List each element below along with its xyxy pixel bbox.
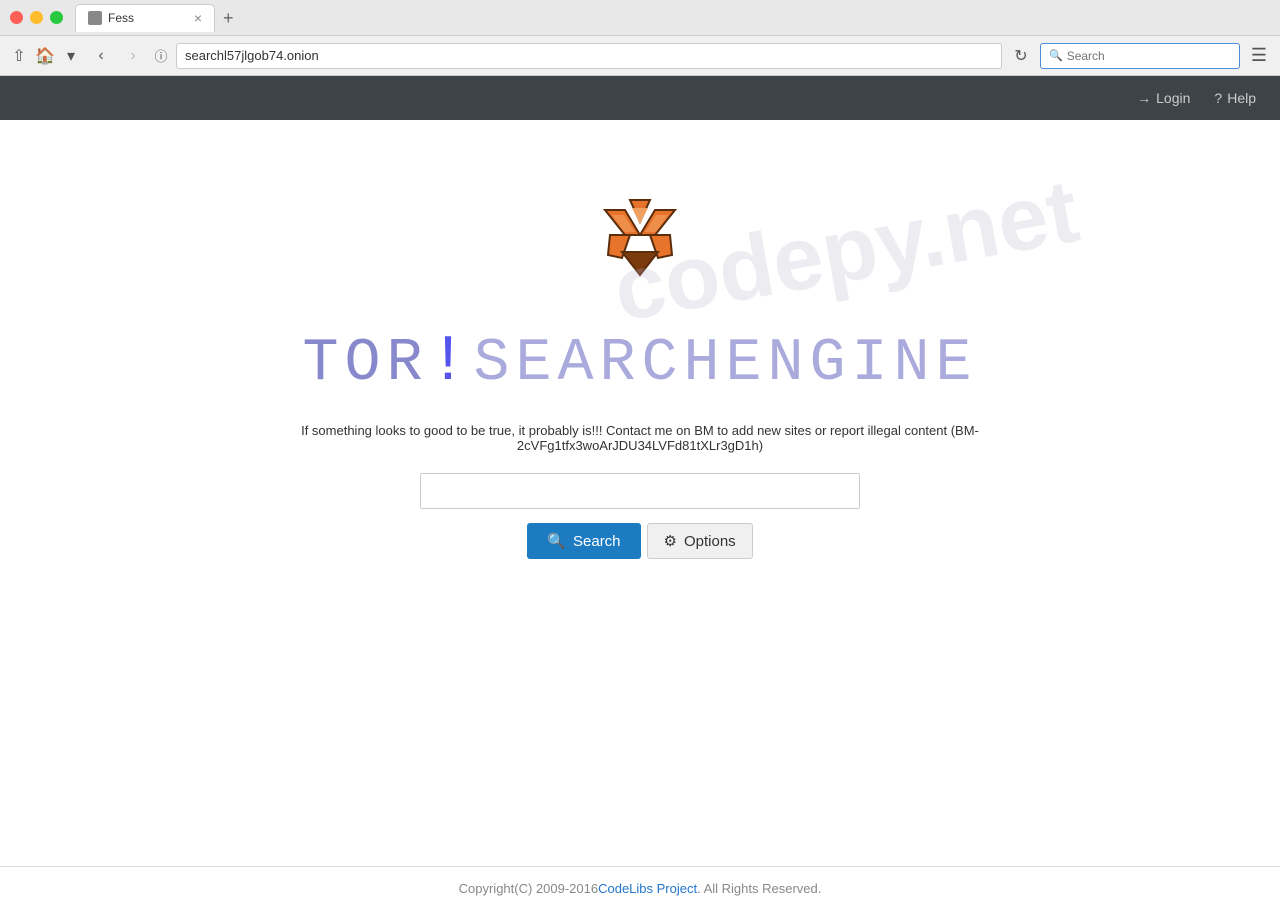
options-button-icon: ⚙ xyxy=(664,532,677,550)
login-icon: → xyxy=(1137,90,1151,106)
minimize-window-button[interactable] xyxy=(30,11,43,24)
title-tor: TOR xyxy=(302,330,428,398)
window-controls xyxy=(10,11,63,24)
footer-link[interactable]: CodeLibs Project xyxy=(598,881,697,896)
maximize-window-button[interactable] xyxy=(50,11,63,24)
browser-titlebar: Fess × + xyxy=(0,0,1280,36)
forward-button[interactable]: › xyxy=(120,43,146,69)
tab-bar: Fess × + xyxy=(75,4,1270,32)
search-button-icon: 🔍 xyxy=(547,532,566,550)
title-search: SEARCHENGINE xyxy=(473,330,977,398)
main-content: codepy.net TOR ! SEARCHENGINE If xyxy=(0,120,1280,559)
bookmark-icon[interactable]: ⇧ xyxy=(8,45,30,67)
browser-extra-buttons: ⇧ 🏠 ▾ xyxy=(8,45,82,67)
site-footer: Copyright(C) 2009-2016 CodeLibs Project … xyxy=(0,866,1280,910)
nav-bar: ⇧ 🏠 ▾ ‹ › ⓘ ↻ 🔍 ☰ xyxy=(0,36,1280,76)
login-link[interactable]: → Login xyxy=(1137,90,1190,106)
browser-search-icon: 🔍 xyxy=(1049,49,1063,62)
site-logo xyxy=(580,180,700,300)
help-icon: ? xyxy=(1214,90,1222,106)
help-label: Help xyxy=(1227,90,1256,106)
search-button-label: Search xyxy=(573,533,621,550)
login-label: Login xyxy=(1156,90,1190,106)
dropdown-icon[interactable]: ▾ xyxy=(60,45,82,67)
new-tab-button[interactable]: + xyxy=(215,9,242,27)
options-button-label: Options xyxy=(684,533,736,550)
site-title: TOR ! SEARCHENGINE xyxy=(302,325,977,399)
footer-copyright: Copyright(C) 2009-2016 xyxy=(459,881,598,896)
address-bar[interactable] xyxy=(176,43,1002,69)
browser-menu-button[interactable]: ☰ xyxy=(1246,43,1272,69)
browser-tab[interactable]: Fess × xyxy=(75,4,215,32)
logo-container xyxy=(580,180,700,305)
site-navbar: → Login ? Help xyxy=(0,76,1280,120)
footer-rights: . All Rights Reserved. xyxy=(697,881,821,896)
tab-favicon xyxy=(88,11,102,25)
browser-search-box: 🔍 xyxy=(1040,43,1240,69)
close-window-button[interactable] xyxy=(10,11,23,24)
reload-button[interactable]: ↻ xyxy=(1008,43,1034,69)
tab-title: Fess xyxy=(108,11,134,25)
options-button[interactable]: ⚙ Options xyxy=(647,523,753,559)
search-area: 🔍 Search ⚙ Options xyxy=(420,473,860,559)
home-icon[interactable]: 🏠 xyxy=(34,45,56,67)
tab-close-button[interactable]: × xyxy=(194,11,202,25)
back-button[interactable]: ‹ xyxy=(88,43,114,69)
browser-search-input[interactable] xyxy=(1067,49,1231,63)
disclaimer-text: If something looks to good to be true, i… xyxy=(240,423,1040,453)
search-buttons: 🔍 Search ⚙ Options xyxy=(527,523,752,559)
search-button[interactable]: 🔍 Search xyxy=(527,523,640,559)
help-link[interactable]: ? Help xyxy=(1214,90,1256,106)
search-input[interactable] xyxy=(420,473,860,509)
info-icon: ⓘ xyxy=(152,47,170,65)
title-exclaim: ! xyxy=(428,325,473,399)
